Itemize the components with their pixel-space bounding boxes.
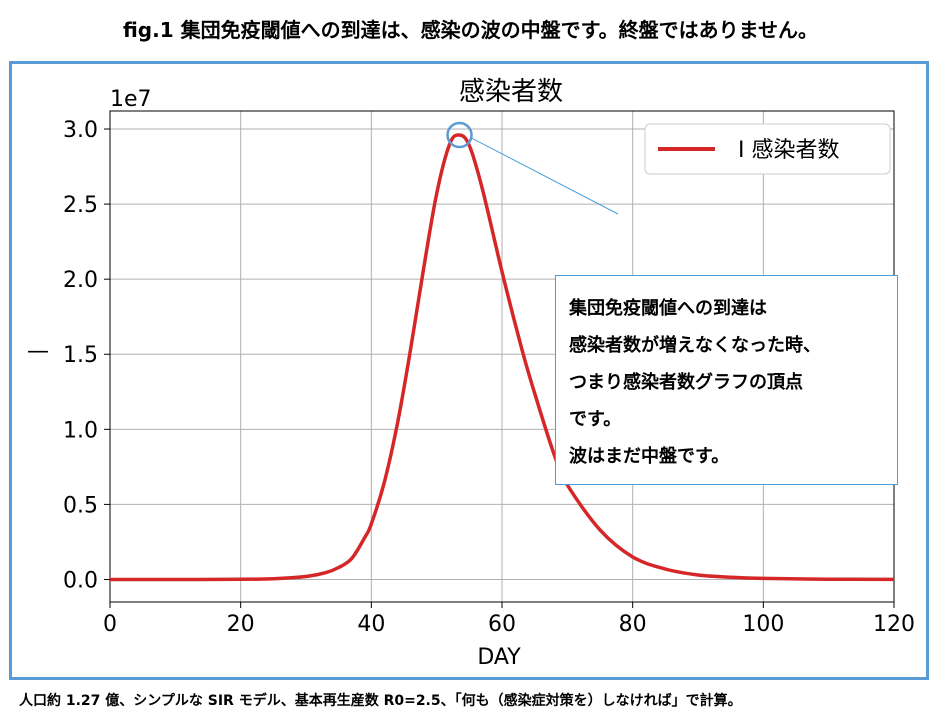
y-tick-label: 0.0 bbox=[63, 568, 98, 593]
annotation-line: です。 bbox=[569, 409, 622, 430]
annotation-line: 波はまだ中盤です。 bbox=[569, 446, 730, 467]
y-tick-label: 1.0 bbox=[63, 418, 98, 443]
y-tick-label: 1.5 bbox=[63, 343, 98, 368]
x-tick-label: 80 bbox=[619, 612, 647, 637]
annotation-box: 集団免疫閾値への到達は 感染者数が増えなくなった時、 つまり感染者数グラフの頂点… bbox=[555, 275, 898, 485]
figure-title: fig.1 集団免疫閾値への到達は、感染の波の中盤です。終盤ではありません。 bbox=[122, 18, 819, 42]
annotation-line: つまり感染者数グラフの頂点 bbox=[569, 372, 803, 393]
annotation-leader-line bbox=[471, 137, 619, 215]
x-tick-label: 0 bbox=[103, 612, 117, 637]
footnote: 人口約 1.27 億、シンプルな SIR モデル、基本再生産数 R0=2.5、「… bbox=[19, 693, 742, 709]
y-axis: 0.0 0.5 1.0 1.5 2.0 2.5 3.0 bbox=[63, 118, 110, 593]
x-tick-label: 40 bbox=[357, 612, 385, 637]
annotation-line: 感染者数が増えなくなった時、 bbox=[569, 335, 821, 356]
chart-title: 感染者数 bbox=[459, 77, 563, 107]
y-axis-label: — bbox=[27, 339, 49, 364]
x-tick-label: 60 bbox=[488, 612, 516, 637]
figure-frame: 0 20 40 60 80 100 120 0.0 0.5 1.0 1.5 2.0 2.5 3.0 感染… bbox=[9, 61, 929, 680]
x-tick-label: 120 bbox=[873, 612, 915, 637]
x-tick-label: 20 bbox=[227, 612, 255, 637]
x-axis-label: DAY bbox=[477, 645, 521, 670]
y-tick-label: 3.0 bbox=[63, 118, 98, 143]
x-tick-label: 100 bbox=[742, 612, 784, 637]
annotation-line: 集団免疫閾値への到達は bbox=[569, 298, 767, 319]
x-axis: 0 20 40 60 80 100 120 bbox=[103, 602, 915, 637]
y-tick-label: 0.5 bbox=[63, 493, 98, 518]
y-tick-label: 2.5 bbox=[63, 193, 98, 218]
y-offset-label: 1e7 bbox=[110, 87, 152, 112]
legend: I 感染者数 bbox=[644, 123, 891, 175]
y-tick-label: 2.0 bbox=[63, 268, 98, 293]
legend-label: I 感染者数 bbox=[738, 138, 839, 163]
